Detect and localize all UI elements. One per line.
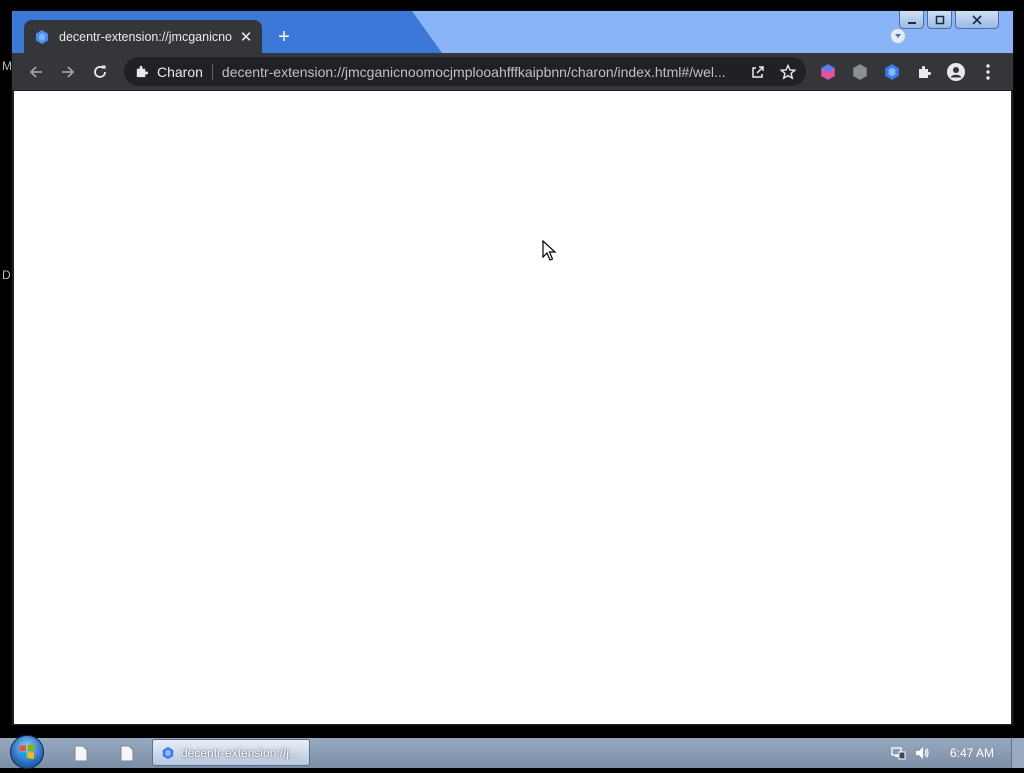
forward-button[interactable]	[54, 58, 82, 86]
address-separator	[211, 63, 213, 80]
extensions-puzzle-icon[interactable]	[914, 62, 934, 82]
close-window-button[interactable]	[955, 11, 999, 29]
extension-decentr-icon[interactable]	[882, 62, 902, 82]
address-url[interactable]: decentr-extension://jmcganicnoomocjmploo…	[222, 64, 740, 80]
extension-2-icon[interactable]	[850, 62, 870, 82]
close-icon	[972, 14, 982, 25]
new-tab-button[interactable]: +	[272, 26, 296, 50]
start-button[interactable]	[10, 735, 44, 769]
extension-1-icon[interactable]	[818, 62, 838, 82]
tab-close-icon[interactable]: ✕	[238, 28, 254, 46]
system-clock[interactable]: 6:47 AM	[950, 746, 994, 760]
taskbar-decentr-icon	[162, 746, 174, 759]
puzzle-icon	[136, 65, 149, 78]
share-icon[interactable]	[750, 64, 766, 80]
restore-icon	[935, 15, 944, 24]
maximize-button[interactable]	[927, 11, 952, 29]
decentr-favicon-icon	[36, 30, 48, 44]
bookmark-star-icon[interactable]	[780, 63, 796, 80]
browser-window: decentr-extension://jmcganicnoc ✕ + Char…	[11, 10, 1014, 726]
taskbar-browser-task[interactable]: decentr-extension://j...	[152, 739, 310, 766]
back-arrow-icon	[29, 65, 42, 78]
address-bar[interactable]: Charon decentr-extension://jmcganicnoomo…	[124, 57, 806, 86]
tab-search-icon[interactable]	[891, 29, 905, 43]
profile-avatar-icon[interactable]	[946, 62, 966, 82]
taskbar-file-icon-1[interactable]	[74, 745, 88, 762]
minimize-button[interactable]	[899, 11, 924, 29]
menu-kebab-icon[interactable]	[978, 62, 998, 82]
page-viewport[interactable]	[14, 91, 1011, 724]
forward-arrow-icon	[62, 65, 75, 78]
volume-icon[interactable]	[914, 745, 930, 761]
taskbar-task-label: decentr-extension://j...	[181, 745, 300, 760]
taskbar-file-icon-2[interactable]	[120, 745, 134, 762]
desktop-label-d: D	[2, 268, 11, 282]
windows-logo-icon	[20, 744, 34, 759]
taskbar: decentr-extension://j... 6:47 AM	[0, 735, 1024, 769]
show-desktop-button[interactable]	[1011, 738, 1024, 768]
browser-tab[interactable]: decentr-extension://jmcganicnoc ✕	[24, 20, 262, 54]
reload-icon	[94, 65, 106, 78]
back-button[interactable]	[22, 58, 50, 86]
browser-toolbar: Charon decentr-extension://jmcganicnoomo…	[12, 53, 1013, 90]
minimize-icon	[907, 21, 916, 24]
window-controls	[896, 11, 999, 29]
extension-chip[interactable]: Charon	[134, 64, 203, 80]
tab-title: decentr-extension://jmcganicnoc	[59, 30, 232, 44]
reload-button[interactable]	[86, 58, 114, 86]
mouse-cursor-icon	[542, 240, 557, 261]
extension-chip-label: Charon	[157, 63, 203, 80]
network-icon[interactable]	[890, 745, 906, 761]
